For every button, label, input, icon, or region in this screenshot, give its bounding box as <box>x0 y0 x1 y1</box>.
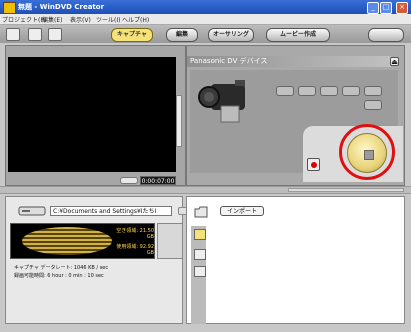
mode-edit-button[interactable]: 編集 <box>166 28 198 42</box>
free-space-label: 空き領域: 21.50 GB <box>116 228 154 240</box>
open-icon[interactable] <box>28 28 42 41</box>
eject-icon[interactable]: ⏏ <box>390 57 399 66</box>
new-project-icon[interactable] <box>6 28 20 41</box>
close-icon[interactable]: × <box>396 2 408 14</box>
app-icon <box>3 2 16 14</box>
highlight-ring <box>339 124 395 180</box>
timecode-display: 0:00:07:00 <box>140 176 176 185</box>
menu-project[interactable]: プロジェクト(P) <box>2 15 46 24</box>
volume-slider[interactable] <box>176 95 182 147</box>
mode-capture-button[interactable]: キャプチャ <box>111 28 153 42</box>
mode-authoring-button[interactable]: オーサリング <box>208 28 254 42</box>
menu-bar: プロジェクト(P) 編集(E) 表示(V) ツール(I) ヘルプ(H) <box>0 14 411 25</box>
save-icon[interactable] <box>48 28 62 41</box>
menu-help[interactable]: ヘルプ(H) <box>122 15 149 24</box>
mode-movie-button[interactable]: ムービー作成 <box>266 28 330 42</box>
device-button[interactable] <box>320 86 338 96</box>
used-space-label: 使用領域: 92.92 GB <box>116 244 154 256</box>
record-button[interactable] <box>307 158 320 171</box>
import-button[interactable]: インポート <box>220 206 264 216</box>
title-bar: 無題 - WinDVD Creator _ □ × <box>0 0 411 14</box>
menu-edit[interactable]: 編集(E) <box>42 15 62 24</box>
camcorder-icon <box>198 80 245 123</box>
video-preview <box>8 57 176 172</box>
video-clip-icon[interactable] <box>194 229 206 240</box>
mode-disc-button[interactable] <box>368 28 404 42</box>
toolbar: キャプチャ 編集 オーサリング ムービー作成 <box>0 25 411 43</box>
data-rate-text: キャプチャ データレート: 1046 KB / sec <box>14 265 109 271</box>
device-name: Panasonic DV デバイス <box>187 56 391 67</box>
image-icon[interactable] <box>194 249 206 260</box>
menu-view[interactable]: 表示(V) <box>70 15 91 24</box>
recordable-time-text: 録画可能時間: 6 hour : 0 min : 10 sec <box>14 273 104 279</box>
device-button[interactable] <box>342 86 360 96</box>
audio-icon[interactable] <box>194 266 206 277</box>
folder-icon[interactable] <box>194 206 208 218</box>
splitter-grip[interactable] <box>288 188 404 192</box>
maximize-icon[interactable]: □ <box>380 2 392 14</box>
device-button[interactable] <box>298 86 316 96</box>
record-icon <box>311 162 317 168</box>
disk-gauge-graphic <box>22 227 112 255</box>
preview-toggle[interactable] <box>120 177 138 184</box>
library-pane <box>186 196 405 324</box>
gauge-frame <box>157 223 183 259</box>
disk-icon <box>18 206 46 216</box>
capture-path-field[interactable]: C:¥Documents and Settings¥IたちI <box>50 206 172 216</box>
window-title: 無題 - WinDVD Creator <box>18 3 105 11</box>
device-button[interactable] <box>276 86 294 96</box>
device-button[interactable] <box>364 86 382 96</box>
menu-tools[interactable]: ツール(I) <box>96 15 120 24</box>
minimize-icon[interactable]: _ <box>367 2 379 14</box>
device-button[interactable] <box>364 100 382 110</box>
